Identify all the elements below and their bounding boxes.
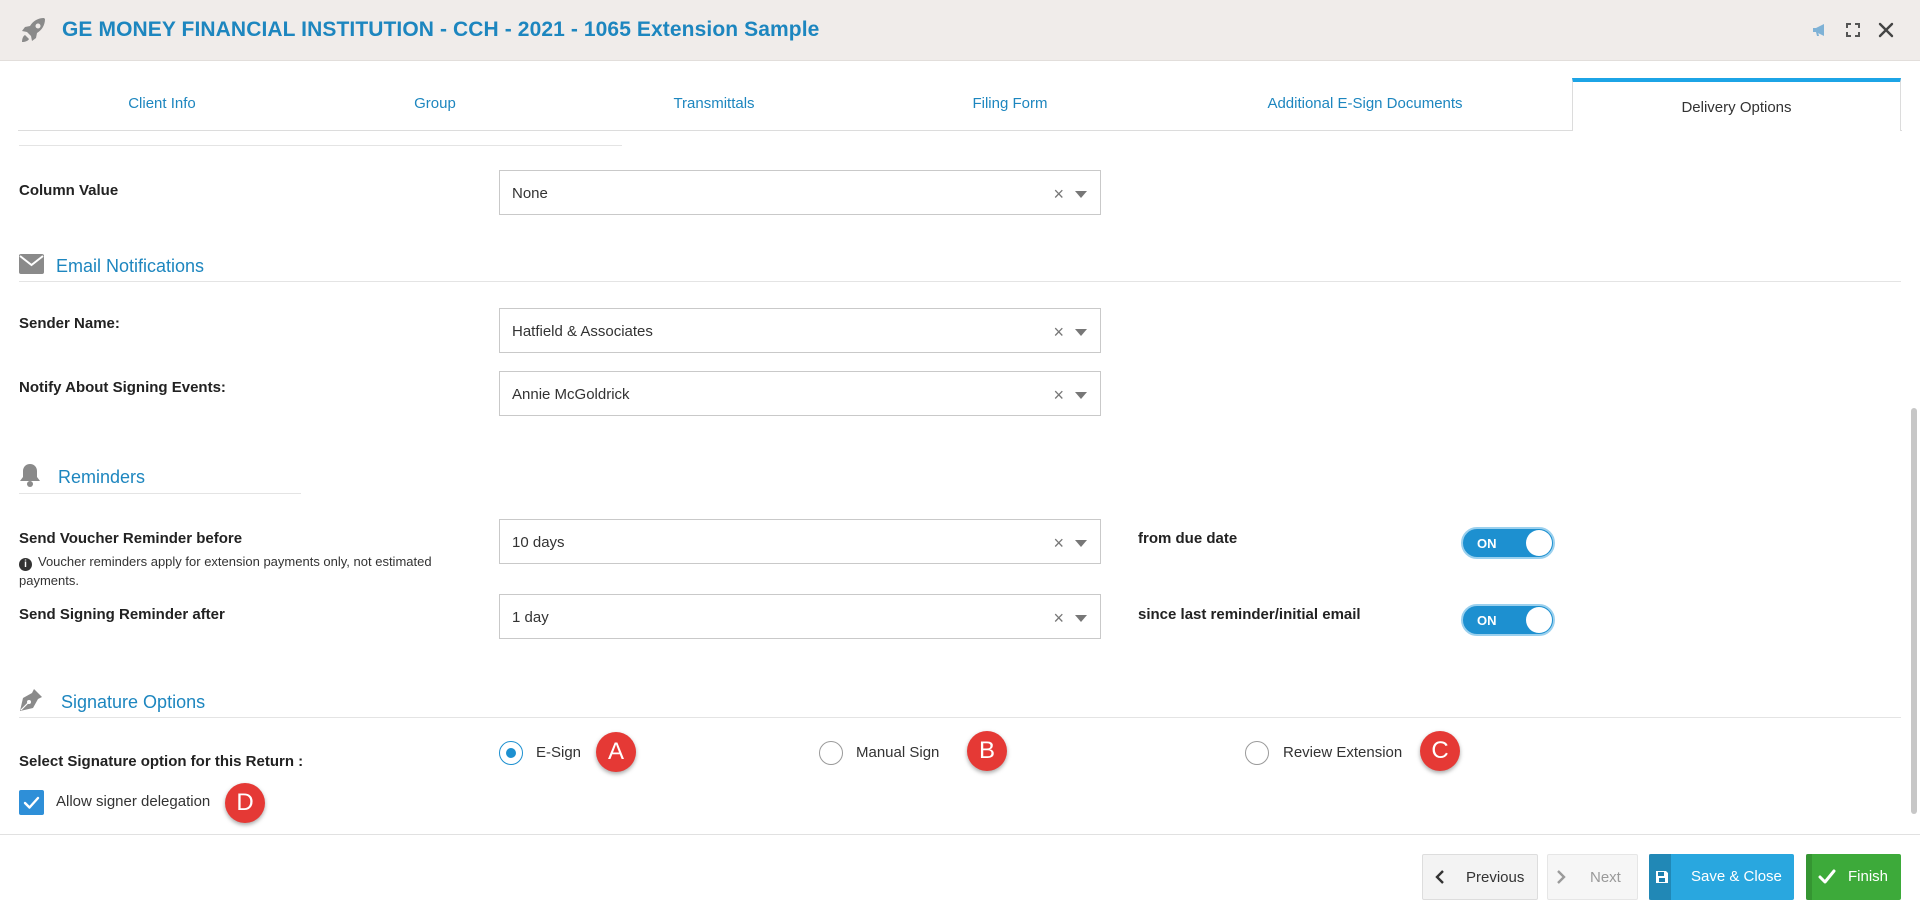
tab-delivery-options[interactable]: Delivery Options <box>1572 78 1901 131</box>
signing-reminder-select[interactable]: 1 day × <box>499 594 1101 639</box>
next-label: Next <box>1590 869 1621 886</box>
chevron-left-icon <box>1435 870 1444 884</box>
chevron-down-icon[interactable] <box>1075 615 1087 622</box>
toggle-knob <box>1526 607 1552 633</box>
notify-signing-events-select[interactable]: Annie McGoldrick × <box>499 371 1101 416</box>
chevron-down-icon[interactable] <box>1075 191 1087 198</box>
sender-name-label: Sender Name: <box>19 315 120 332</box>
signature-options-title: Signature Options <box>61 692 206 712</box>
tab-filing-form[interactable]: Filing Form <box>960 95 1060 112</box>
radio-review-extension[interactable] <box>1245 741 1269 765</box>
sender-name-value: Hatfield & Associates <box>512 323 653 340</box>
notify-signing-events-label: Notify About Signing Events: <box>19 379 226 396</box>
pen-nib-icon <box>20 689 42 711</box>
next-button[interactable]: Next <box>1547 854 1638 900</box>
chevron-down-icon[interactable] <box>1075 329 1087 336</box>
info-icon: i <box>19 558 32 571</box>
clear-icon[interactable]: × <box>1053 385 1064 406</box>
radio-esign[interactable] <box>499 741 523 765</box>
megaphone-icon[interactable] <box>1810 20 1830 40</box>
section-divider <box>19 145 622 146</box>
toggle-state: ON <box>1477 613 1497 628</box>
signing-reminder-suffix: since last reminder/initial email <box>1138 606 1361 623</box>
column-value-value: None <box>512 185 548 202</box>
voucher-reminder-toggle[interactable]: ON <box>1461 527 1555 559</box>
clear-icon[interactable]: × <box>1053 322 1064 343</box>
allow-delegation-label[interactable]: Allow signer delegation <box>56 793 210 810</box>
sender-name-select[interactable]: Hatfield & Associates × <box>499 308 1101 353</box>
signing-reminder-toggle[interactable]: ON <box>1461 604 1555 636</box>
expand-icon[interactable] <box>1843 20 1863 40</box>
tab-transmittals[interactable]: Transmittals <box>664 95 764 112</box>
window-title: GE MONEY FINANCIAL INSTITUTION - CCH - 2… <box>62 18 820 41</box>
notify-signing-events-value: Annie McGoldrick <box>512 386 630 403</box>
title-bar: GE MONEY FINANCIAL INSTITUTION - CCH - 2… <box>0 0 1920 61</box>
chevron-right-icon <box>1557 870 1566 884</box>
radio-manual-sign-label[interactable]: Manual Sign <box>856 744 939 761</box>
signing-reminder-label: Send Signing Reminder after <box>19 606 225 623</box>
envelope-icon <box>19 254 44 274</box>
radio-review-extension-label[interactable]: Review Extension <box>1283 744 1402 761</box>
callout-badge-b: B <box>967 731 1007 771</box>
floppy-disk-icon <box>1656 871 1668 883</box>
bell-icon <box>20 464 40 487</box>
email-notifications-title: Email Notifications <box>56 256 205 276</box>
tab-bar: Client Info Group Transmittals Filing Fo… <box>0 61 1920 131</box>
voucher-reminder-value: 10 days <box>512 534 565 551</box>
voucher-reminder-suffix: from due date <box>1138 530 1238 547</box>
tab-additional-esign-documents[interactable]: Additional E-Sign Documents <box>1250 95 1480 112</box>
section-divider <box>19 717 1901 718</box>
signing-reminder-value: 1 day <box>512 609 549 626</box>
finish-button[interactable]: Finish <box>1806 854 1901 900</box>
close-icon[interactable] <box>1876 20 1896 40</box>
voucher-reminder-select[interactable]: 10 days × <box>499 519 1101 564</box>
callout-badge-c: C <box>1420 731 1460 771</box>
toggle-state: ON <box>1477 536 1497 551</box>
tab-client-info[interactable]: Client Info <box>110 95 214 112</box>
allow-delegation-checkbox[interactable] <box>19 790 44 815</box>
column-value-select[interactable]: None × <box>499 170 1101 215</box>
callout-badge-d: D <box>225 783 265 823</box>
radio-manual-sign[interactable] <box>819 741 843 765</box>
column-value-label: Column Value <box>19 182 119 199</box>
button-icon-slab <box>1806 854 1812 900</box>
voucher-reminder-hint-text: Voucher reminders apply for extension pa… <box>19 554 432 588</box>
voucher-reminder-label: Send Voucher Reminder before <box>19 530 243 547</box>
section-divider <box>19 493 301 494</box>
checkmark-icon <box>23 796 40 809</box>
clear-icon[interactable]: × <box>1053 608 1064 629</box>
section-divider <box>19 281 1901 282</box>
scrollbar-thumb[interactable] <box>1911 408 1917 814</box>
rocket-icon <box>22 18 45 42</box>
radio-esign-label[interactable]: E-Sign <box>536 744 581 761</box>
toggle-knob <box>1526 530 1552 556</box>
callout-badge-a: A <box>596 732 636 772</box>
save-close-label: Save & Close <box>1691 868 1782 885</box>
chevron-down-icon[interactable] <box>1075 540 1087 547</box>
tab-group[interactable]: Group <box>395 95 475 112</box>
checkmark-icon <box>1818 869 1836 884</box>
clear-icon[interactable]: × <box>1053 184 1064 205</box>
previous-label: Previous <box>1466 869 1525 886</box>
chevron-down-icon[interactable] <box>1075 392 1087 399</box>
footer-divider <box>0 834 1920 835</box>
voucher-reminder-hint: i Voucher reminders apply for extension p… <box>19 552 474 590</box>
clear-icon[interactable]: × <box>1053 533 1064 554</box>
reminders-title: Reminders <box>58 467 146 487</box>
finish-label: Finish <box>1848 868 1889 885</box>
save-close-button[interactable]: Save & Close <box>1649 854 1794 900</box>
signature-option-label: Select Signature option for this Return … <box>19 753 304 770</box>
previous-button[interactable]: Previous <box>1422 854 1538 900</box>
